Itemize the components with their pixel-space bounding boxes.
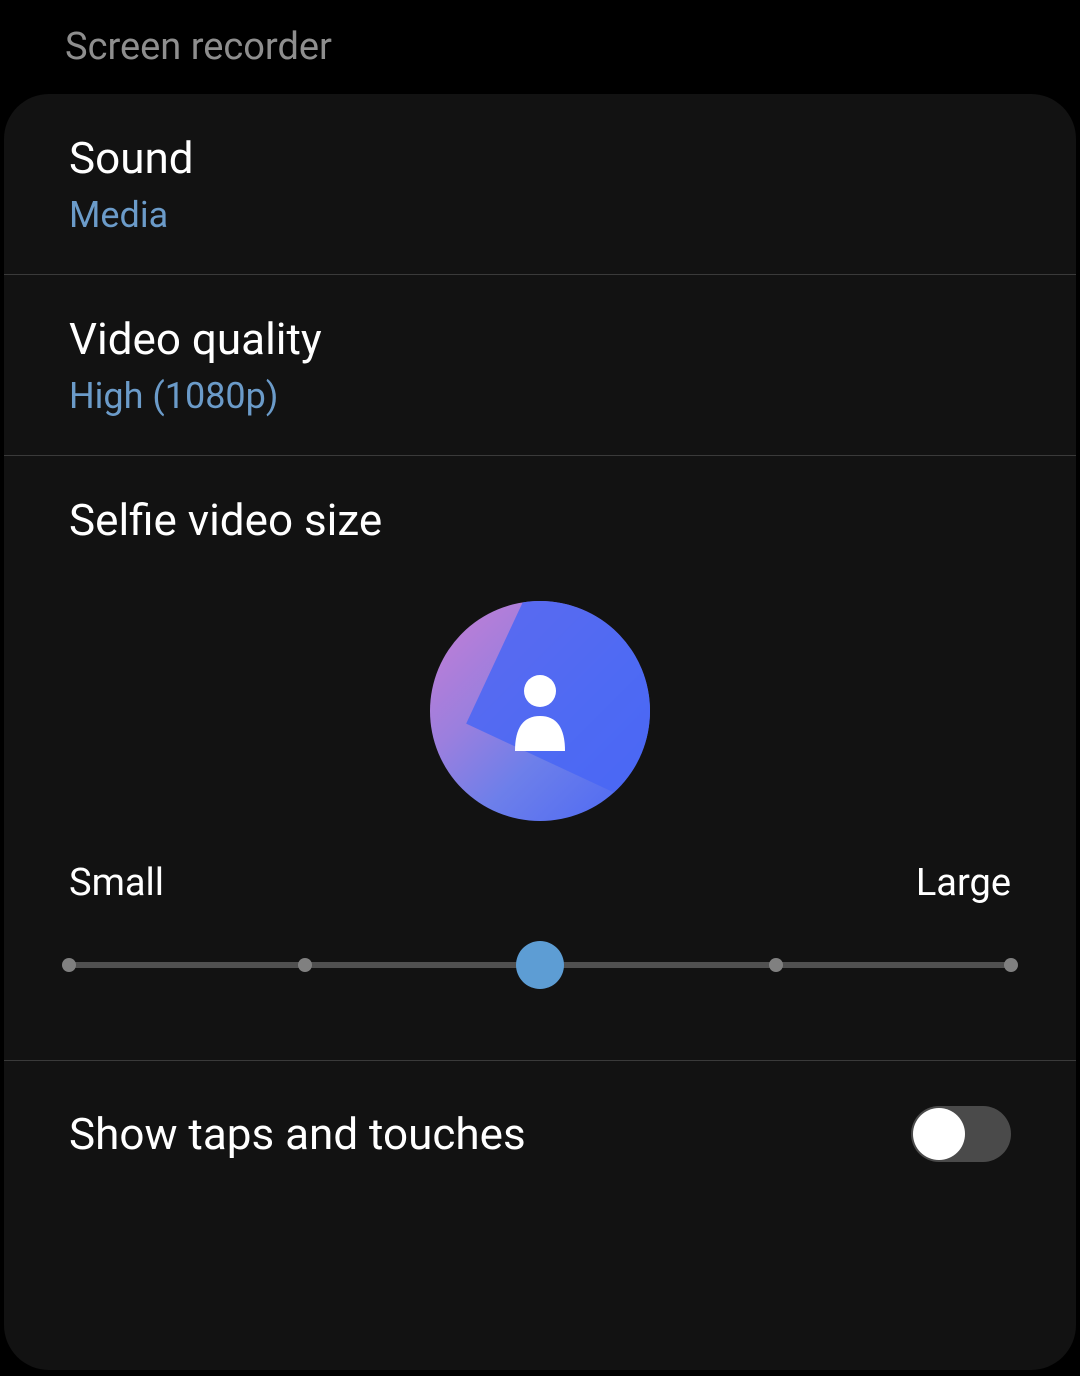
slider-tick — [62, 958, 76, 972]
sound-value: Media — [69, 194, 1011, 236]
show-taps-setting-row: Show taps and touches — [4, 1061, 1076, 1207]
selfie-size-label: Selfie video size — [69, 494, 1011, 546]
video-quality-setting-row[interactable]: Video quality High (1080p) — [4, 275, 1076, 456]
slider-tick — [298, 958, 312, 972]
slider-thumb[interactable] — [516, 941, 564, 989]
video-quality-label: Video quality — [69, 313, 1011, 365]
sound-setting-row[interactable]: Sound Media — [4, 94, 1076, 275]
slider-max-label: Large — [916, 861, 1011, 905]
selfie-preview-avatar — [430, 601, 650, 821]
slider-tick — [1004, 958, 1018, 972]
selfie-preview-container — [69, 601, 1011, 821]
slider-tick — [769, 958, 783, 972]
toggle-knob — [913, 1108, 965, 1160]
page-title: Screen recorder — [0, 0, 1080, 94]
slider-labels: Small Large — [69, 861, 1011, 905]
show-taps-label: Show taps and touches — [69, 1108, 526, 1160]
sound-label: Sound — [69, 132, 1011, 184]
slider-track — [69, 962, 1011, 968]
slider-min-label: Small — [69, 861, 164, 905]
selfie-size-slider[interactable] — [69, 940, 1011, 990]
person-icon — [505, 671, 575, 751]
video-quality-value: High (1080p) — [69, 375, 1011, 417]
settings-panel: Sound Media Video quality High (1080p) S… — [4, 94, 1076, 1370]
show-taps-toggle[interactable] — [911, 1106, 1011, 1162]
selfie-video-size-section: Selfie video size Small Large — [4, 456, 1076, 1061]
